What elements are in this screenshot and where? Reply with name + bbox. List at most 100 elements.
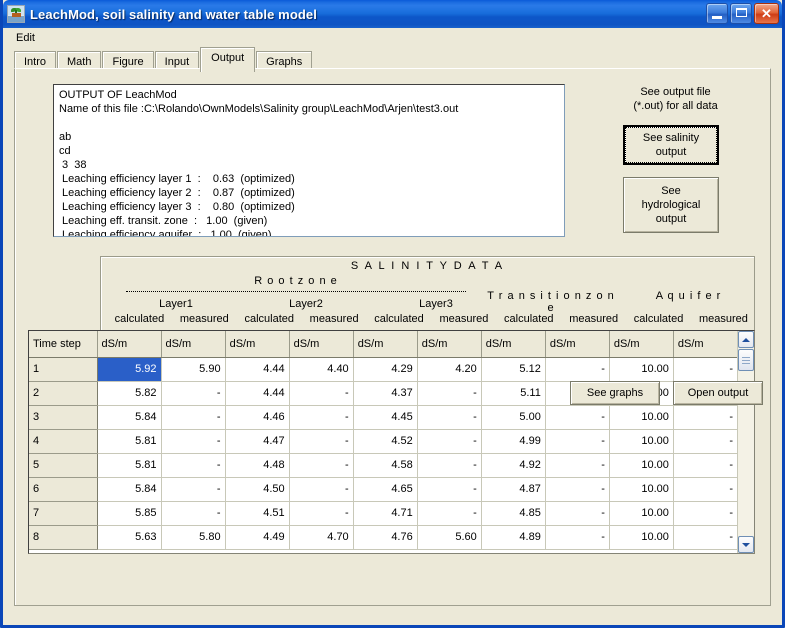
table-cell[interactable]: - (545, 357, 610, 382)
table-cell[interactable]: 5.00 (481, 405, 546, 430)
row-header-time-step[interactable]: 4 (29, 429, 98, 454)
table-row[interactable]: 5 5.81-4.48-4.58-4.92-10.00- (29, 453, 739, 478)
table-cell[interactable]: 10.00 (609, 501, 674, 526)
column-header-unit[interactable]: dS/m (545, 331, 610, 358)
table-cell[interactable]: 4.46 (225, 405, 290, 430)
table-cell[interactable]: - (673, 405, 739, 430)
table-cell[interactable]: 4.50 (225, 477, 290, 502)
table-cell[interactable]: - (289, 381, 354, 406)
row-header-time-step[interactable]: 5 (29, 453, 98, 478)
table-cell[interactable]: - (289, 477, 354, 502)
table-cell[interactable]: 4.40 (289, 357, 354, 382)
table-cell[interactable]: 5.63 (97, 525, 162, 550)
table-cell[interactable]: - (673, 501, 739, 526)
table-cell[interactable]: - (417, 429, 482, 454)
scrollbar-thumb[interactable] (738, 349, 754, 371)
table-cell[interactable]: - (289, 501, 354, 526)
salinity-data-grid[interactable]: Time step dS/m dS/m dS/m dS/m dS/m dS/m dS/m dS/… (28, 330, 755, 554)
table-row[interactable]: 6 5.84-4.50-4.65-4.87-10.00- (29, 477, 739, 502)
table-cell[interactable]: 4.85 (481, 501, 546, 526)
maximize-button[interactable] (730, 3, 752, 24)
table-cell[interactable]: 10.00 (609, 405, 674, 430)
column-header-unit[interactable]: dS/m (417, 331, 482, 358)
table-cell[interactable]: - (545, 501, 610, 526)
table-cell[interactable]: - (161, 453, 226, 478)
table-cell[interactable]: - (673, 453, 739, 478)
output-text-area[interactable]: OUTPUT OF LeachMod Name of this file :C:… (53, 84, 565, 237)
row-header-time-step[interactable]: 6 (29, 477, 98, 502)
table-cell[interactable]: - (673, 429, 739, 454)
table-cell[interactable]: - (161, 381, 226, 406)
table-cell[interactable]: 5.81 (97, 453, 162, 478)
table-cell[interactable]: 4.51 (225, 501, 290, 526)
menu-item-edit[interactable]: Edit (10, 30, 41, 46)
table-cell[interactable]: 4.65 (353, 477, 418, 502)
tab-output[interactable]: Output (200, 47, 256, 72)
table-cell[interactable]: - (673, 357, 739, 382)
table-cell[interactable]: 10.00 (609, 525, 674, 550)
table-cell[interactable]: 4.92 (481, 453, 546, 478)
table-cell[interactable]: - (545, 525, 610, 550)
table-cell[interactable]: - (417, 405, 482, 430)
table-cell[interactable]: - (161, 405, 226, 430)
table-cell[interactable]: 4.44 (225, 381, 290, 406)
open-output-button[interactable]: Open output (673, 381, 763, 405)
table-cell[interactable]: - (161, 477, 226, 502)
table-cell[interactable]: 4.20 (417, 357, 482, 382)
table-cell[interactable]: 5.82 (97, 381, 162, 406)
table-row[interactable]: 4 5.81-4.47-4.52-4.99-10.00- (29, 429, 739, 454)
table-cell[interactable]: - (289, 453, 354, 478)
table-row[interactable]: 3 5.84-4.46-4.45-5.00-10.00- (29, 405, 739, 430)
table-cell[interactable]: 4.29 (353, 357, 418, 382)
table-cell[interactable]: - (161, 429, 226, 454)
column-header-unit[interactable]: dS/m (97, 331, 162, 358)
table-cell[interactable]: 4.71 (353, 501, 418, 526)
table-cell[interactable]: - (417, 477, 482, 502)
table-cell[interactable]: 4.48 (225, 453, 290, 478)
column-header-unit[interactable]: dS/m (289, 331, 354, 358)
table-cell[interactable]: - (417, 453, 482, 478)
table-cell[interactable]: - (545, 453, 610, 478)
column-header-unit[interactable]: dS/m (161, 331, 226, 358)
table-cell[interactable]: - (673, 525, 739, 550)
see-hydrological-output-button[interactable]: See hydrological output (623, 177, 719, 233)
scroll-up-arrow-icon[interactable] (738, 331, 754, 348)
table-cell[interactable]: 5.11 (481, 381, 546, 406)
column-header-unit[interactable]: dS/m (481, 331, 546, 358)
table-cell[interactable]: 4.70 (289, 525, 354, 550)
table-row[interactable]: 8 5.63 5.80 4.49 4.70 4.76 5.60 4.89-10.00- (29, 525, 739, 550)
table-cell[interactable]: - (417, 501, 482, 526)
scroll-down-arrow-icon[interactable] (738, 536, 754, 553)
column-header-unit[interactable]: dS/m (353, 331, 418, 358)
row-header-time-step[interactable]: 2 (29, 381, 98, 406)
table-cell[interactable]: 4.37 (353, 381, 418, 406)
table-cell[interactable]: 4.87 (481, 477, 546, 502)
table-cell[interactable]: 5.12 (481, 357, 546, 382)
column-header-time-step[interactable]: Time step (29, 331, 98, 358)
table-cell[interactable]: 4.89 (481, 525, 546, 550)
row-header-time-step[interactable]: 8 (29, 525, 98, 550)
table-row[interactable]: 7 5.85-4.51-4.71-4.85-10.00- (29, 501, 739, 526)
table-cell[interactable]: 4.49 (225, 525, 290, 550)
table-cell[interactable]: 10.00 (609, 477, 674, 502)
table-cell[interactable]: 5.90 (161, 357, 226, 382)
table-cell[interactable]: 4.47 (225, 429, 290, 454)
table-cell[interactable]: 5.84 (97, 405, 162, 430)
see-graphs-button[interactable]: See graphs (570, 381, 660, 405)
close-button[interactable]: ✕ (754, 3, 779, 24)
table-cell[interactable]: 5.92 (97, 357, 162, 382)
table-cell[interactable]: 4.52 (353, 429, 418, 454)
scrollbar-track[interactable] (738, 348, 754, 536)
vertical-scrollbar[interactable] (737, 331, 754, 553)
column-header-unit[interactable]: dS/m (673, 331, 739, 358)
table-cell[interactable]: - (289, 405, 354, 430)
column-header-unit[interactable]: dS/m (609, 331, 674, 358)
table-cell[interactable]: - (545, 429, 610, 454)
column-header-unit[interactable]: dS/m (225, 331, 290, 358)
table-cell[interactable]: - (545, 405, 610, 430)
table-cell[interactable]: 4.76 (353, 525, 418, 550)
table-cell[interactable]: - (289, 429, 354, 454)
row-header-time-step[interactable]: 7 (29, 501, 98, 526)
table-cell[interactable]: 10.00 (609, 453, 674, 478)
see-salinity-output-button[interactable]: See salinity output (623, 125, 719, 165)
